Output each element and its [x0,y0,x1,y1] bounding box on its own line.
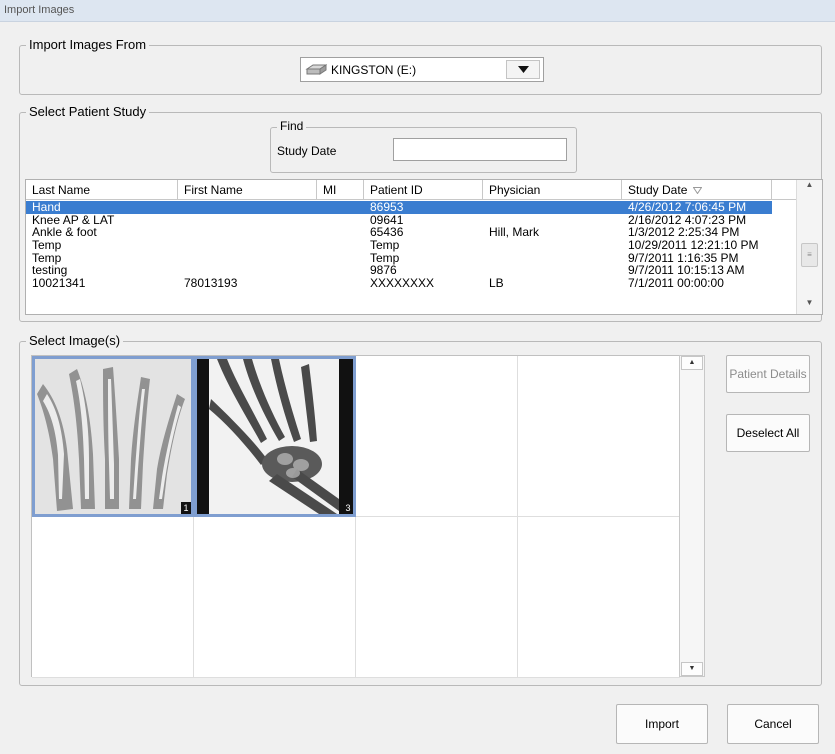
patient-study-legend: Select Patient Study [26,104,150,119]
patient-study-table: Last Name First Name MI Patient ID Physi… [25,179,823,315]
image-thumbnail[interactable]: 3 [194,356,356,517]
table-row[interactable]: Hand 86953 4/26/2012 7:06:45 PM [26,201,772,214]
image-slot-empty[interactable] [32,517,194,678]
column-header-patient-id[interactable]: Patient ID [364,180,483,200]
column-header-last-name[interactable]: Last Name [26,180,178,200]
scroll-thumb[interactable]: ≡ [801,243,818,267]
find-group: Find Study Date [270,119,577,173]
image-grid: 1 3 [31,355,680,678]
import-button[interactable]: Import [616,704,708,744]
window-title: Import Images [4,4,75,16]
column-header-mi[interactable]: MI [317,180,364,200]
scroll-down-icon[interactable]: ▼ [681,662,703,676]
import-from-legend: Import Images From [26,37,150,52]
find-legend: Find [277,119,307,133]
xray-wrist-image [197,359,353,514]
image-thumbnail[interactable]: 1 [32,356,194,517]
cell-patient-id: Temp [370,238,400,253]
image-slot-empty[interactable] [518,356,680,517]
chevron-down-icon [518,66,529,73]
cell-last-name: Hand [32,200,61,214]
table-body: Hand 86953 4/26/2012 7:06:45 PM Knee AP & L… [26,201,796,290]
image-slot-empty[interactable] [194,517,356,678]
scroll-up-icon[interactable]: ▲ [797,180,822,196]
study-date-input[interactable] [393,138,567,161]
deselect-all-button[interactable]: Deselect All [726,414,810,452]
cancel-button[interactable]: Cancel [727,704,819,744]
cell-patient-id: XXXXXXXX [370,276,435,291]
column-header-physician[interactable]: Physician [483,180,622,200]
image-slot-empty[interactable] [356,517,518,678]
drive-dropdown-button[interactable] [506,60,540,79]
cell-study-date: 7/1/2011 00:00:00 [628,276,724,291]
column-header-first-name[interactable]: First Name [178,180,317,200]
scroll-up-icon[interactable]: ▲ [681,356,703,370]
cell-patient-id: 86953 [370,200,404,214]
cell-physician: LB [489,276,504,291]
title-bar: Import Images [0,0,835,22]
drive-icon [305,64,327,75]
image-slot-empty[interactable] [356,356,518,517]
drive-select-value: KINGSTON (E:) [331,63,417,77]
scroll-down-icon[interactable]: ▼ [797,298,822,314]
study-date-label: Study Date [277,144,337,158]
cell-last-name: 10021341 [32,276,86,291]
cell-study-date: 4/26/2012 7:06:45 PM [628,200,747,214]
table-row[interactable]: 10021341 78013193 XXXXXXXX LB 7/1/2011 00:00… [26,277,772,290]
sort-descending-icon [693,187,703,195]
xray-hand-image [35,359,191,514]
table-header: Last Name First Name MI Patient ID Physi… [26,180,796,200]
image-number-badge: 3 [343,502,353,514]
images-legend: Select Image(s) [26,333,124,348]
column-header-study-date[interactable]: Study Date [622,180,772,200]
cell-physician: Hill, Mark [489,225,539,240]
image-number-badge: 1 [181,502,191,514]
table-row[interactable]: Temp Temp 10/29/2011 12:21:10 PM [26,239,772,252]
patient-details-button[interactable]: Patient Details [726,355,810,393]
table-scrollbar[interactable]: ▲ ≡ ▼ [796,180,822,314]
image-slot-empty[interactable] [518,517,680,678]
cell-last-name: Temp [32,238,62,253]
drive-select[interactable]: KINGSTON (E:) [300,57,544,82]
cell-study-date: 10/29/2011 12:21:10 PM [628,238,759,253]
image-grid-scrollbar[interactable]: ▲ ▼ [679,355,705,677]
cell-first-name: 78013193 [184,276,238,291]
